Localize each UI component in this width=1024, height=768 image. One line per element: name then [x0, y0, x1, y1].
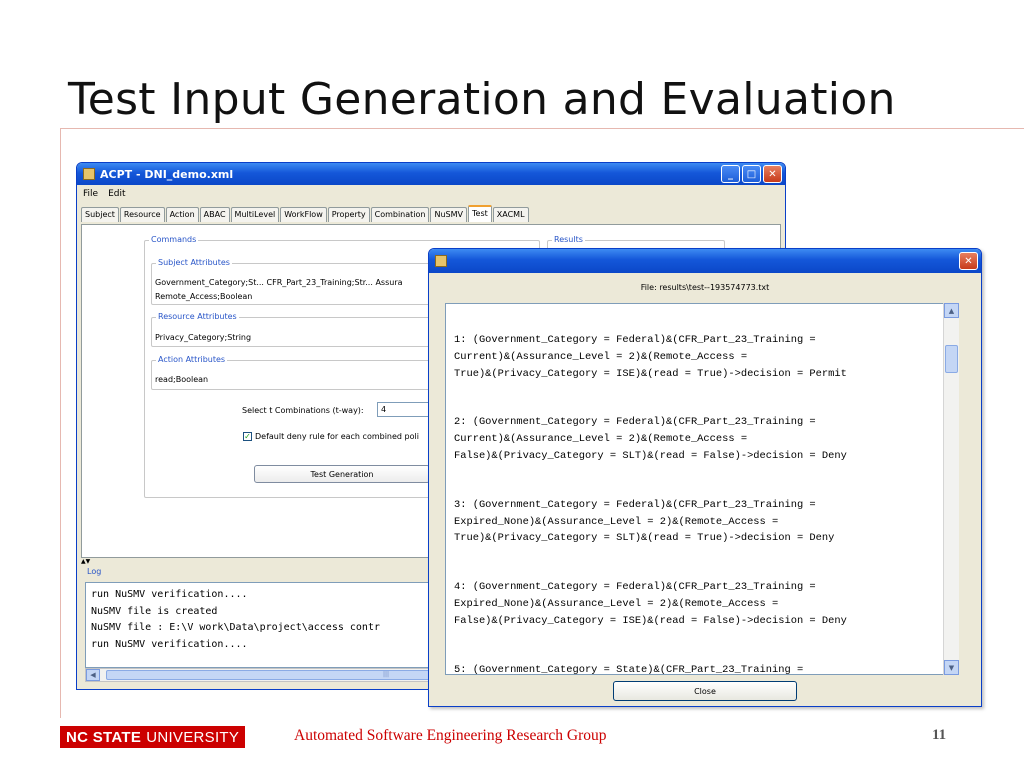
result-record: 3: (Government_Category = Federal)&(CFR_…	[454, 497, 958, 547]
result-line: False)&(Privacy_Category = SLT)&(read = …	[454, 449, 847, 462]
action-attributes-value: read;Boolean	[155, 375, 209, 384]
results-dialog: ✕ File: results\test--193574773.txt 1: (…	[428, 248, 982, 707]
logo-bold-text: NC STATE	[66, 728, 142, 746]
default-deny-label: Default deny rule for each combined poli	[255, 432, 419, 441]
menu-edit[interactable]: Edit	[108, 189, 125, 199]
results-vertical-scrollbar[interactable]: ▲ ▼	[943, 303, 959, 675]
commands-label: Commands	[149, 235, 199, 244]
tab-strip: Subject Resource Action ABAC MultiLevel …	[81, 205, 529, 222]
result-record: 5: (Government_Category = State)&(CFR_Pa…	[454, 662, 958, 675]
java-app-icon	[435, 255, 447, 267]
default-deny-option[interactable]: ✓ Default deny rule for each combined pol…	[243, 432, 419, 441]
checkbox-checked-icon[interactable]: ✓	[243, 432, 252, 441]
result-line: 2: (Government_Category = Federal)&(CFR_…	[454, 416, 816, 429]
results-file-label: File: results\test--193574773.txt	[640, 283, 770, 292]
result-line: Current)&(Assurance_Level = 2)&(Remote_A…	[454, 350, 748, 363]
tab-xacml[interactable]: XACML	[492, 207, 529, 222]
tab-abac[interactable]: ABAC	[199, 207, 230, 222]
minimize-icon[interactable]: _	[721, 165, 740, 183]
close-icon[interactable]: ✕	[763, 165, 782, 183]
tab-action[interactable]: Action	[165, 207, 199, 222]
result-line: Expired_None)&(Assurance_Level = 2)&(Rem…	[454, 515, 779, 528]
result-line: Expired_None)&(Assurance_Level = 2)&(Rem…	[454, 597, 779, 610]
result-line: True)&(Privacy_Category = ISE)&(read = T…	[454, 367, 847, 380]
close-button[interactable]: Close	[613, 681, 797, 701]
logo-rest-text: UNIVERSITY	[146, 728, 240, 746]
tab-subject[interactable]: Subject	[81, 207, 119, 222]
result-record: 2: (Government_Category = Federal)&(CFR_…	[454, 414, 958, 464]
result-line: Current)&(Assurance_Level = 2)&(Remote_A…	[454, 433, 748, 446]
subject-attributes-line2: Remote_Access;Boolean	[155, 292, 253, 301]
test-generation-button[interactable]: Test Generation	[254, 465, 430, 483]
tab-workflow[interactable]: WorkFlow	[280, 207, 327, 222]
action-attributes-label: Action Attributes	[156, 355, 228, 364]
tab-test[interactable]: Test	[468, 205, 492, 222]
result-line: 1: (Government_Category = Federal)&(CFR_…	[454, 334, 816, 346]
tab-property[interactable]: Property	[327, 207, 370, 222]
result-line: True)&(Privacy_Category = SLT)&(read = T…	[454, 532, 835, 545]
footer-group-name: Automated Software Engineering Research …	[294, 727, 607, 744]
page-number: 11	[932, 727, 947, 743]
subject-attributes-label: Subject Attributes	[156, 258, 232, 267]
menu-file[interactable]: File	[83, 189, 98, 199]
resource-attributes-label: Resource Attributes	[156, 312, 239, 321]
results-dialog-title-bar[interactable]: ✕	[429, 249, 981, 273]
acpt-title-bar[interactable]: ACPT - DNI_demo.xml _ □ ✕	[77, 163, 785, 185]
title-divider	[60, 128, 1024, 129]
result-line: 4: (Government_Category = Federal)&(CFR_…	[454, 581, 816, 594]
subject-attributes-line1: Government_Category;St... CFR_Part_23_Tr…	[155, 278, 403, 287]
result-line: 5: (Government_Category = State)&(CFR_Pa…	[454, 663, 804, 675]
tab-multilevel[interactable]: MultiLevel	[230, 207, 280, 222]
tab-nusmv[interactable]: NuSMV	[430, 207, 467, 222]
scroll-left-icon[interactable]: ◀	[86, 669, 100, 681]
scroll-down-icon[interactable]: ▼	[944, 660, 959, 675]
t-combinations-label: Select t Combinations (t-way):	[242, 406, 364, 415]
result-line: False)&(Privacy_Category = ISE)&(read = …	[454, 614, 847, 627]
left-divider	[60, 128, 61, 718]
acpt-window-title: ACPT - DNI_demo.xml	[100, 167, 234, 181]
maximize-icon[interactable]: □	[742, 165, 761, 183]
scrollbar-thumb[interactable]	[945, 345, 958, 373]
result-record: 4: (Government_Category = Federal)&(CFR_…	[454, 579, 958, 629]
close-icon[interactable]: ✕	[959, 252, 978, 270]
results-text-area[interactable]: 1: (Government_Category = Federal)&(CFR_…	[445, 303, 959, 675]
java-app-icon	[83, 168, 95, 180]
resource-attributes-value: Privacy_Category;String	[155, 333, 252, 342]
ncsu-logo: NC STATE UNIVERSITY	[60, 726, 246, 748]
slide-title: Test Input Generation and Evaluation	[68, 74, 896, 125]
tab-resource[interactable]: Resource	[119, 207, 165, 222]
scroll-up-icon[interactable]: ▲	[944, 303, 959, 318]
log-label: Log	[85, 567, 104, 576]
menu-bar: File Edit	[77, 185, 785, 203]
result-line: 3: (Government_Category = Federal)&(CFR_…	[454, 498, 816, 511]
results-label: Results	[552, 235, 585, 244]
tab-combination[interactable]: Combination	[370, 207, 430, 222]
result-record: 1: (Government_Category = Federal)&(CFR_…	[454, 332, 958, 382]
